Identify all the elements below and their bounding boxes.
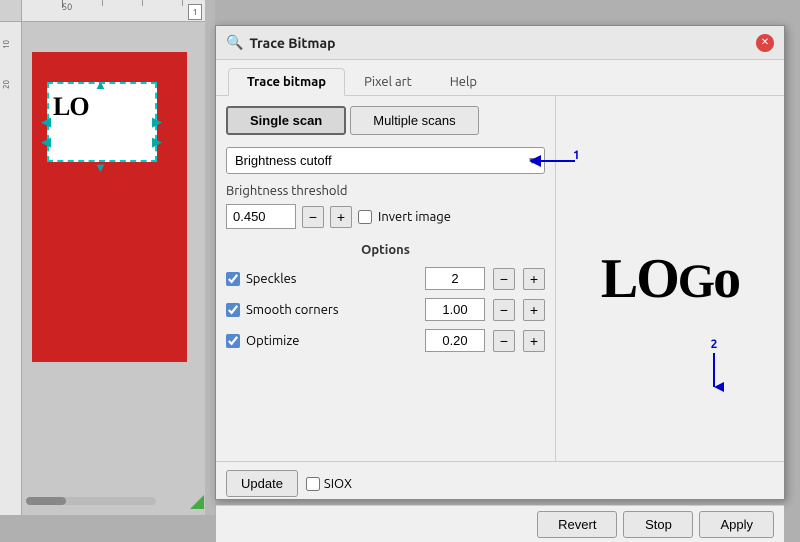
- handle-top: ▲: [94, 77, 107, 92]
- ruler-corner: [0, 0, 22, 22]
- tab-bar: Trace bitmap Pixel art Help: [216, 60, 784, 96]
- green-triangle-icon: [190, 495, 204, 509]
- annotation-2: 2: [704, 338, 724, 393]
- brightness-cutoff-row: Brightness cutoff Edge detection Color q…: [226, 147, 545, 174]
- threshold-label: Brightness threshold: [226, 184, 545, 198]
- smooth-corners-input[interactable]: [425, 298, 485, 321]
- tab-help[interactable]: Help: [431, 68, 496, 95]
- scan-mode-buttons: Single scan Multiple scans: [226, 106, 545, 135]
- preview-text: LOGo: [601, 248, 739, 310]
- trace-bitmap-dialog: 🔍 Trace Bitmap ✕ Trace bitmap Pixel art …: [215, 25, 785, 500]
- close-button[interactable]: ✕: [756, 34, 774, 52]
- canvas-area: 50 10 20 1 LO ◀ ◀ ▶ ▶ ▲ ▼: [0, 0, 210, 515]
- single-scan-button[interactable]: Single scan: [226, 106, 346, 135]
- tab-pixel-art[interactable]: Pixel art: [345, 68, 431, 95]
- horizontal-scrollbar[interactable]: [26, 497, 156, 505]
- multiple-scans-button[interactable]: Multiple scans: [350, 106, 478, 135]
- brightness-cutoff-dropdown-container: Brightness cutoff Edge detection Color q…: [226, 147, 545, 174]
- ruler-left: 10 20: [0, 0, 22, 515]
- logo-white-bg: LO: [47, 82, 157, 162]
- right-panel: LOGo 2: [556, 96, 784, 461]
- speckles-input[interactable]: [425, 267, 485, 290]
- update-row: Update SIOX: [216, 461, 784, 505]
- update-button[interactable]: Update: [226, 470, 298, 497]
- button-bar: Revert Stop Apply: [216, 505, 784, 542]
- speckles-label-container: Speckles: [226, 272, 417, 286]
- optimize-checkbox[interactable]: [226, 334, 240, 348]
- handle-right2: ▶: [152, 135, 162, 150]
- tab-trace-bitmap[interactable]: Trace bitmap: [228, 68, 345, 96]
- optimize-label: Optimize: [246, 334, 299, 348]
- left-panel: Single scan Multiple scans Brightness cu…: [216, 96, 556, 461]
- canvas-viewport: LO ◀ ◀ ▶ ▶ ▲ ▼: [22, 22, 210, 515]
- invert-image-checkbox[interactable]: [358, 210, 372, 224]
- siox-container: SIOX: [306, 477, 352, 491]
- invert-image-label: Invert image: [358, 210, 451, 224]
- dialog-icon: 🔍: [226, 34, 243, 51]
- smooth-corners-row: Smooth corners − +: [226, 298, 545, 321]
- siox-checkbox[interactable]: [306, 477, 320, 491]
- logo-preview: LOGo: [601, 251, 739, 307]
- brightness-cutoff-select[interactable]: Brightness cutoff Edge detection Color q…: [226, 147, 545, 174]
- speckles-row: Speckles − +: [226, 267, 545, 290]
- threshold-input[interactable]: [226, 204, 296, 229]
- optimize-row: Optimize − +: [226, 329, 545, 352]
- speckles-label: Speckles: [246, 272, 296, 286]
- smooth-corners-checkbox[interactable]: [226, 303, 240, 317]
- smooth-corners-decrease-button[interactable]: −: [493, 299, 515, 321]
- ruler-mark: 50: [62, 2, 72, 12]
- siox-label: SIOX: [324, 477, 352, 491]
- smooth-corners-increase-button[interactable]: +: [523, 299, 545, 321]
- page-icon: 1: [188, 4, 202, 20]
- smooth-corners-label-container: Smooth corners: [226, 303, 417, 317]
- scroll-thumb[interactable]: [26, 497, 66, 505]
- dialog-titlebar: 🔍 Trace Bitmap ✕: [216, 26, 784, 60]
- speckles-increase-button[interactable]: +: [523, 268, 545, 290]
- dialog-content: Single scan Multiple scans Brightness cu…: [216, 96, 784, 461]
- optimize-increase-button[interactable]: +: [523, 330, 545, 352]
- invert-image-text: Invert image: [378, 210, 451, 224]
- divider-strip: [205, 0, 215, 515]
- handle-bottom: ▼: [94, 160, 107, 175]
- options-header: Options: [226, 243, 545, 257]
- handle-right: ▶: [152, 115, 162, 130]
- annotation-arrow-2-icon: [704, 353, 724, 393]
- optimize-decrease-button[interactable]: −: [493, 330, 515, 352]
- canvas-logo-text: LO: [53, 92, 89, 122]
- dialog-title: Trace Bitmap: [249, 35, 750, 51]
- speckles-decrease-button[interactable]: −: [493, 268, 515, 290]
- ruler-top: 50: [22, 0, 210, 22]
- smooth-corners-label: Smooth corners: [246, 303, 338, 317]
- threshold-input-row: − + Invert image: [226, 204, 545, 229]
- handle-left2: ◀: [41, 135, 51, 150]
- speckles-checkbox[interactable]: [226, 272, 240, 286]
- threshold-increase-button[interactable]: +: [330, 206, 352, 228]
- handle-left: ◀: [41, 115, 51, 130]
- optimize-label-container: Optimize: [226, 334, 417, 348]
- annotation-number-2: 2: [711, 338, 718, 351]
- optimize-input[interactable]: [425, 329, 485, 352]
- threshold-decrease-button[interactable]: −: [302, 206, 324, 228]
